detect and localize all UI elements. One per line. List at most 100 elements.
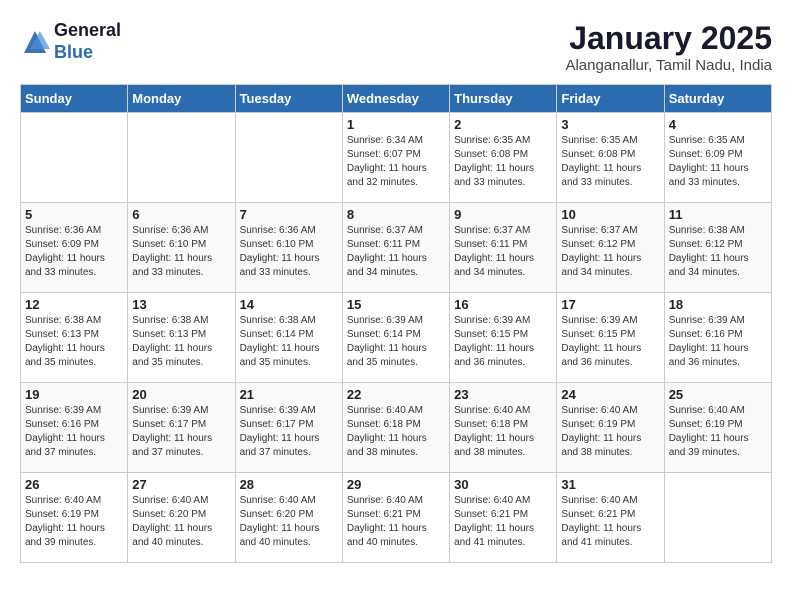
calendar-cell: 14 Sunrise: 6:38 AM Sunset: 6:14 PM Dayli…	[235, 293, 342, 383]
calendar-cell: 8 Sunrise: 6:37 AM Sunset: 6:11 PM Daylig…	[342, 203, 449, 293]
day-info: Sunrise: 6:38 AM Sunset: 6:13 PM Dayligh…	[132, 314, 230, 370]
day-info: Sunrise: 6:40 AM Sunset: 6:20 PM Dayligh…	[132, 494, 230, 550]
calendar-cell: 12 Sunrise: 6:38 AM Sunset: 6:13 PM Dayli…	[21, 293, 128, 383]
calendar-cell: 3 Sunrise: 6:35 AM Sunset: 6:08 PM Daylig…	[557, 113, 664, 203]
week-row-3: 19 Sunrise: 6:39 AM Sunset: 6:16 PM Dayli…	[21, 383, 772, 473]
calendar-cell: 21 Sunrise: 6:39 AM Sunset: 6:17 PM Dayli…	[235, 383, 342, 473]
calendar-cell	[21, 113, 128, 203]
calendar-cell: 6 Sunrise: 6:36 AM Sunset: 6:10 PM Daylig…	[128, 203, 235, 293]
day-number: 5	[25, 207, 123, 222]
day-number: 26	[25, 477, 123, 492]
day-number: 1	[347, 117, 445, 132]
logo-general-text: General	[54, 20, 121, 42]
calendar-cell: 1Sunrise: 6:34 AM Sunset: 6:07 PM Daylig…	[342, 113, 449, 203]
calendar-cell: 24Sunrise: 6:40 AM Sunset: 6:19 PM Dayli…	[557, 383, 664, 473]
week-row-4: 26 Sunrise: 6:40 AM Sunset: 6:19 PM Dayli…	[21, 473, 772, 563]
day-number: 11	[669, 207, 767, 222]
day-number: 30	[454, 477, 552, 492]
day-info: Sunrise: 6:35 AM Sunset: 6:08 PM Dayligh…	[561, 134, 659, 190]
calendar-cell: 11 Sunrise: 6:38 AM Sunset: 6:12 PM Dayli…	[664, 203, 771, 293]
day-info: Sunrise: 6:40 AM Sunset: 6:21 PM Dayligh…	[347, 494, 445, 550]
calendar-cell	[128, 113, 235, 203]
calendar-body: 1Sunrise: 6:34 AM Sunset: 6:07 PM Daylig…	[21, 113, 772, 563]
day-number: 14	[240, 297, 338, 312]
calendar-cell: 23Sunrise: 6:40 AM Sunset: 6:18 PM Dayli…	[450, 383, 557, 473]
header-thursday: Thursday	[450, 85, 557, 113]
calendar-cell: 31 Sunrise: 6:40 AM Sunset: 6:21 PM Dayli…	[557, 473, 664, 563]
calendar-cell: 30Sunrise: 6:40 AM Sunset: 6:21 PM Dayli…	[450, 473, 557, 563]
calendar-cell: 17 Sunrise: 6:39 AM Sunset: 6:15 PM Dayli…	[557, 293, 664, 383]
day-info: Sunrise: 6:36 AM Sunset: 6:10 PM Dayligh…	[240, 224, 338, 280]
calendar-cell: 10 Sunrise: 6:37 AM Sunset: 6:12 PM Dayli…	[557, 203, 664, 293]
location: Alanganallur, Tamil Nadu, India	[565, 57, 772, 74]
day-number: 23	[454, 387, 552, 402]
day-number: 13	[132, 297, 230, 312]
day-info: Sunrise: 6:39 AM Sunset: 6:17 PM Dayligh…	[132, 404, 230, 460]
month-title: January 2025	[565, 20, 772, 57]
day-info: Sunrise: 6:36 AM Sunset: 6:10 PM Dayligh…	[132, 224, 230, 280]
day-number: 9	[454, 207, 552, 222]
day-info: Sunrise: 6:40 AM Sunset: 6:20 PM Dayligh…	[240, 494, 338, 550]
day-info: Sunrise: 6:38 AM Sunset: 6:13 PM Dayligh…	[25, 314, 123, 370]
calendar-cell: 2Sunrise: 6:35 AM Sunset: 6:08 PM Daylig…	[450, 113, 557, 203]
calendar-cell	[664, 473, 771, 563]
day-info: Sunrise: 6:36 AM Sunset: 6:09 PM Dayligh…	[25, 224, 123, 280]
calendar-cell: 27 Sunrise: 6:40 AM Sunset: 6:20 PM Dayli…	[128, 473, 235, 563]
calendar-cell: 20Sunrise: 6:39 AM Sunset: 6:17 PM Dayli…	[128, 383, 235, 473]
day-number: 22	[347, 387, 445, 402]
day-info: Sunrise: 6:35 AM Sunset: 6:09 PM Dayligh…	[669, 134, 767, 190]
day-number: 8	[347, 207, 445, 222]
calendar-cell: 15Sunrise: 6:39 AM Sunset: 6:14 PM Dayli…	[342, 293, 449, 383]
day-number: 15	[347, 297, 445, 312]
day-number: 25	[669, 387, 767, 402]
day-number: 3	[561, 117, 659, 132]
day-number: 18	[669, 297, 767, 312]
calendar-cell: 19 Sunrise: 6:39 AM Sunset: 6:16 PM Dayli…	[21, 383, 128, 473]
week-row-0: 1Sunrise: 6:34 AM Sunset: 6:07 PM Daylig…	[21, 113, 772, 203]
day-info: Sunrise: 6:39 AM Sunset: 6:17 PM Dayligh…	[240, 404, 338, 460]
week-row-2: 12 Sunrise: 6:38 AM Sunset: 6:13 PM Dayli…	[21, 293, 772, 383]
day-number: 6	[132, 207, 230, 222]
header-tuesday: Tuesday	[235, 85, 342, 113]
calendar-cell: 5 Sunrise: 6:36 AM Sunset: 6:09 PM Daylig…	[21, 203, 128, 293]
day-info: Sunrise: 6:38 AM Sunset: 6:14 PM Dayligh…	[240, 314, 338, 370]
day-info: Sunrise: 6:37 AM Sunset: 6:11 PM Dayligh…	[454, 224, 552, 280]
day-info: Sunrise: 6:37 AM Sunset: 6:12 PM Dayligh…	[561, 224, 659, 280]
day-number: 12	[25, 297, 123, 312]
day-number: 31	[561, 477, 659, 492]
day-number: 21	[240, 387, 338, 402]
calendar-cell: 28Sunrise: 6:40 AM Sunset: 6:20 PM Dayli…	[235, 473, 342, 563]
day-number: 24	[561, 387, 659, 402]
title-section: January 2025 Alanganallur, Tamil Nadu, I…	[565, 20, 772, 74]
calendar-cell: 25 Sunrise: 6:40 AM Sunset: 6:19 PM Dayli…	[664, 383, 771, 473]
day-number: 17	[561, 297, 659, 312]
day-info: Sunrise: 6:40 AM Sunset: 6:21 PM Dayligh…	[561, 494, 659, 550]
day-info: Sunrise: 6:40 AM Sunset: 6:19 PM Dayligh…	[669, 404, 767, 460]
day-info: Sunrise: 6:39 AM Sunset: 6:16 PM Dayligh…	[669, 314, 767, 370]
logo-blue-text: Blue	[54, 42, 121, 64]
day-info: Sunrise: 6:39 AM Sunset: 6:16 PM Dayligh…	[25, 404, 123, 460]
day-info: Sunrise: 6:40 AM Sunset: 6:19 PM Dayligh…	[25, 494, 123, 550]
calendar-cell: 7 Sunrise: 6:36 AM Sunset: 6:10 PM Daylig…	[235, 203, 342, 293]
calendar-cell: 16 Sunrise: 6:39 AM Sunset: 6:15 PM Dayli…	[450, 293, 557, 383]
logo: General Blue	[20, 20, 121, 63]
day-number: 19	[25, 387, 123, 402]
day-number: 2	[454, 117, 552, 132]
calendar-cell: 9 Sunrise: 6:37 AM Sunset: 6:11 PM Daylig…	[450, 203, 557, 293]
day-info: Sunrise: 6:37 AM Sunset: 6:11 PM Dayligh…	[347, 224, 445, 280]
day-info: Sunrise: 6:38 AM Sunset: 6:12 PM Dayligh…	[669, 224, 767, 280]
calendar-cell: 13 Sunrise: 6:38 AM Sunset: 6:13 PM Dayli…	[128, 293, 235, 383]
header-wednesday: Wednesday	[342, 85, 449, 113]
day-number: 4	[669, 117, 767, 132]
day-number: 16	[454, 297, 552, 312]
header-monday: Monday	[128, 85, 235, 113]
day-number: 27	[132, 477, 230, 492]
calendar-cell: 18 Sunrise: 6:39 AM Sunset: 6:16 PM Dayli…	[664, 293, 771, 383]
header-row: SundayMondayTuesdayWednesdayThursdayFrid…	[21, 85, 772, 113]
logo-icon	[20, 27, 50, 57]
day-number: 10	[561, 207, 659, 222]
calendar-cell: 4 Sunrise: 6:35 AM Sunset: 6:09 PM Daylig…	[664, 113, 771, 203]
day-info: Sunrise: 6:39 AM Sunset: 6:15 PM Dayligh…	[454, 314, 552, 370]
day-number: 7	[240, 207, 338, 222]
day-info: Sunrise: 6:39 AM Sunset: 6:15 PM Dayligh…	[561, 314, 659, 370]
